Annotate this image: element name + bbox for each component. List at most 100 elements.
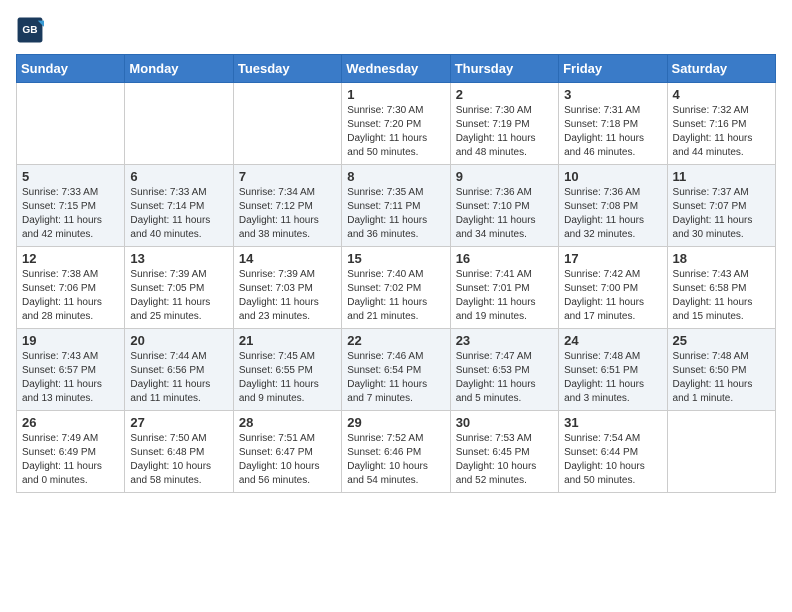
day-info: Sunrise: 7:54 AM Sunset: 6:44 PM Dayligh… [564,432,661,488]
day-number: 17 [564,251,661,266]
day-number: 14 [239,251,336,266]
day-info: Sunrise: 7:44 AM Sunset: 6:56 PM Dayligh… [130,350,227,406]
day-info: Sunrise: 7:39 AM Sunset: 7:05 PM Dayligh… [130,268,227,324]
calendar-day-cell: 15 Sunrise: 7:40 AM Sunset: 7:02 PM Dayli… [342,247,450,329]
day-number: 9 [456,169,553,184]
day-info: Sunrise: 7:46 AM Sunset: 6:54 PM Dayligh… [347,350,444,406]
day-number: 22 [347,333,444,348]
day-info: Sunrise: 7:35 AM Sunset: 7:11 PM Dayligh… [347,186,444,242]
day-info: Sunrise: 7:31 AM Sunset: 7:18 PM Dayligh… [564,104,661,160]
day-number: 8 [347,169,444,184]
day-number: 28 [239,415,336,430]
calendar-week-row: 1 Sunrise: 7:30 AM Sunset: 7:20 PM Daylig… [17,83,776,165]
calendar-week-row: 5 Sunrise: 7:33 AM Sunset: 7:15 PM Daylig… [17,165,776,247]
calendar-day-cell: 24 Sunrise: 7:48 AM Sunset: 6:51 PM Dayli… [559,329,667,411]
calendar-day-cell: 17 Sunrise: 7:42 AM Sunset: 7:00 PM Dayli… [559,247,667,329]
weekday-header: Monday [125,55,233,83]
calendar-table: SundayMondayTuesdayWednesdayThursdayFrid… [16,54,776,493]
logo: GB [16,16,48,44]
day-number: 4 [673,87,770,102]
day-number: 18 [673,251,770,266]
day-number: 5 [22,169,119,184]
day-number: 12 [22,251,119,266]
day-number: 26 [22,415,119,430]
day-number: 19 [22,333,119,348]
day-info: Sunrise: 7:32 AM Sunset: 7:16 PM Dayligh… [673,104,770,160]
day-number: 31 [564,415,661,430]
weekday-header: Friday [559,55,667,83]
calendar-day-cell: 21 Sunrise: 7:45 AM Sunset: 6:55 PM Dayli… [233,329,341,411]
day-number: 1 [347,87,444,102]
weekday-header: Sunday [17,55,125,83]
day-number: 6 [130,169,227,184]
calendar-day-cell: 16 Sunrise: 7:41 AM Sunset: 7:01 PM Dayli… [450,247,558,329]
calendar-day-cell: 14 Sunrise: 7:39 AM Sunset: 7:03 PM Dayli… [233,247,341,329]
day-info: Sunrise: 7:48 AM Sunset: 6:51 PM Dayligh… [564,350,661,406]
calendar-day-cell: 23 Sunrise: 7:47 AM Sunset: 6:53 PM Dayli… [450,329,558,411]
day-info: Sunrise: 7:43 AM Sunset: 6:57 PM Dayligh… [22,350,119,406]
day-info: Sunrise: 7:38 AM Sunset: 7:06 PM Dayligh… [22,268,119,324]
calendar-day-cell [667,411,775,493]
day-info: Sunrise: 7:50 AM Sunset: 6:48 PM Dayligh… [130,432,227,488]
day-number: 3 [564,87,661,102]
weekday-header: Wednesday [342,55,450,83]
calendar-day-cell: 2 Sunrise: 7:30 AM Sunset: 7:19 PM Daylig… [450,83,558,165]
calendar-day-cell: 29Sunrise: 7:52 AM Sunset: 6:46 PM Dayli… [342,411,450,493]
day-info: Sunrise: 7:49 AM Sunset: 6:49 PM Dayligh… [22,432,119,488]
calendar-day-cell: 28Sunrise: 7:51 AM Sunset: 6:47 PM Dayli… [233,411,341,493]
calendar-day-cell: 11Sunrise: 7:37 AM Sunset: 7:07 PM Dayli… [667,165,775,247]
day-info: Sunrise: 7:33 AM Sunset: 7:15 PM Dayligh… [22,186,119,242]
day-info: Sunrise: 7:48 AM Sunset: 6:50 PM Dayligh… [673,350,770,406]
calendar-day-cell: 6 Sunrise: 7:33 AM Sunset: 7:14 PM Daylig… [125,165,233,247]
day-number: 21 [239,333,336,348]
day-number: 23 [456,333,553,348]
day-number: 24 [564,333,661,348]
weekday-header: Thursday [450,55,558,83]
day-info: Sunrise: 7:43 AM Sunset: 6:58 PM Dayligh… [673,268,770,324]
day-info: Sunrise: 7:37 AM Sunset: 7:07 PM Dayligh… [673,186,770,242]
day-number: 16 [456,251,553,266]
day-info: Sunrise: 7:36 AM Sunset: 7:10 PM Dayligh… [456,186,553,242]
calendar-day-cell: 8 Sunrise: 7:35 AM Sunset: 7:11 PM Daylig… [342,165,450,247]
day-info: Sunrise: 7:39 AM Sunset: 7:03 PM Dayligh… [239,268,336,324]
calendar-week-row: 12 Sunrise: 7:38 AM Sunset: 7:06 PM Dayli… [17,247,776,329]
day-number: 30 [456,415,553,430]
calendar-day-cell [17,83,125,165]
day-info: Sunrise: 7:40 AM Sunset: 7:02 PM Dayligh… [347,268,444,324]
svg-text:GB: GB [22,25,37,36]
calendar-day-cell [233,83,341,165]
calendar-day-cell: 20 Sunrise: 7:44 AM Sunset: 6:56 PM Dayli… [125,329,233,411]
day-info: Sunrise: 7:34 AM Sunset: 7:12 PM Dayligh… [239,186,336,242]
calendar-header-row: SundayMondayTuesdayWednesdayThursdayFrid… [17,55,776,83]
calendar-day-cell: 19 Sunrise: 7:43 AM Sunset: 6:57 PM Dayli… [17,329,125,411]
calendar-day-cell: 10Sunrise: 7:36 AM Sunset: 7:08 PM Dayli… [559,165,667,247]
calendar-day-cell: 3 Sunrise: 7:31 AM Sunset: 7:18 PM Daylig… [559,83,667,165]
calendar-day-cell: 13Sunrise: 7:39 AM Sunset: 7:05 PM Dayli… [125,247,233,329]
calendar-week-row: 19 Sunrise: 7:43 AM Sunset: 6:57 PM Dayli… [17,329,776,411]
day-number: 27 [130,415,227,430]
weekday-header: Saturday [667,55,775,83]
calendar-day-cell: 27 Sunrise: 7:50 AM Sunset: 6:48 PM Dayli… [125,411,233,493]
day-number: 10 [564,169,661,184]
calendar-day-cell: 5 Sunrise: 7:33 AM Sunset: 7:15 PM Daylig… [17,165,125,247]
day-info: Sunrise: 7:45 AM Sunset: 6:55 PM Dayligh… [239,350,336,406]
day-info: Sunrise: 7:30 AM Sunset: 7:20 PM Dayligh… [347,104,444,160]
day-info: Sunrise: 7:47 AM Sunset: 6:53 PM Dayligh… [456,350,553,406]
day-info: Sunrise: 7:30 AM Sunset: 7:19 PM Dayligh… [456,104,553,160]
day-info: Sunrise: 7:52 AM Sunset: 6:46 PM Dayligh… [347,432,444,488]
calendar-day-cell: 30Sunrise: 7:53 AM Sunset: 6:45 PM Dayli… [450,411,558,493]
calendar-day-cell: 12 Sunrise: 7:38 AM Sunset: 7:06 PM Dayli… [17,247,125,329]
day-number: 15 [347,251,444,266]
day-info: Sunrise: 7:41 AM Sunset: 7:01 PM Dayligh… [456,268,553,324]
day-number: 2 [456,87,553,102]
day-info: Sunrise: 7:42 AM Sunset: 7:00 PM Dayligh… [564,268,661,324]
day-number: 25 [673,333,770,348]
calendar-day-cell [125,83,233,165]
calendar-day-cell: 31 Sunrise: 7:54 AM Sunset: 6:44 PM Dayli… [559,411,667,493]
calendar-day-cell: 26 Sunrise: 7:49 AM Sunset: 6:49 PM Dayli… [17,411,125,493]
page-header: GB [16,16,776,44]
logo-icon: GB [16,16,44,44]
day-info: Sunrise: 7:33 AM Sunset: 7:14 PM Dayligh… [130,186,227,242]
day-number: 20 [130,333,227,348]
calendar-day-cell: 22 Sunrise: 7:46 AM Sunset: 6:54 PM Dayli… [342,329,450,411]
